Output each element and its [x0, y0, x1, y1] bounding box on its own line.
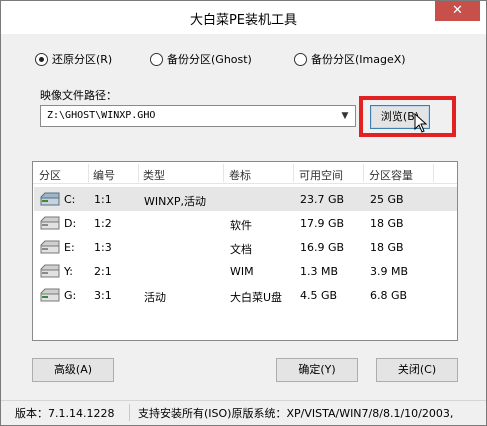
- cell-capacity: 6.8 GB: [370, 289, 408, 302]
- cell-type: 活动: [144, 291, 166, 304]
- partition-table-header: 分区 编号 类型 卷标 可用空间 分区容量: [33, 162, 457, 184]
- column-divider: [433, 164, 434, 182]
- column-header-type[interactable]: 类型: [143, 167, 165, 183]
- column-header-label[interactable]: 卷标: [229, 167, 251, 183]
- table-row[interactable]: G: 3:1 活动 大白菜U盘 4.5 GB 6.8 GB: [34, 283, 457, 307]
- cell-label: WIM: [230, 265, 254, 278]
- status-divider: [129, 404, 130, 421]
- partition-table: 分区 编号 类型 卷标 可用空间 分区容量 C: 1:1 WINXP,活动 23…: [32, 161, 458, 341]
- hard-drive-icon: [40, 264, 60, 278]
- radio-backup-imagex-label: 备份分区(ImageX): [311, 53, 406, 66]
- image-path-label: 映像文件路径：: [40, 89, 117, 102]
- radio-backup-imagex[interactable]: 备份分区(ImageX): [294, 51, 406, 67]
- radio-restore-partition[interactable]: 还原分区(R): [35, 51, 112, 67]
- hard-drive-icon: [40, 216, 60, 230]
- cell-partition: G:: [64, 289, 77, 302]
- mode-radio-group: 还原分区(R) 备份分区(Ghost) 备份分区(ImageX): [1, 51, 486, 71]
- hard-drive-icon: [40, 240, 60, 254]
- radio-unselected-icon: [150, 52, 163, 66]
- window-title: 大白菜PE装机工具: [189, 13, 298, 28]
- cell-type: WINXP,活动: [144, 195, 207, 208]
- radio-backup-ghost[interactable]: 备份分区(Ghost): [150, 51, 252, 67]
- column-divider: [138, 164, 139, 182]
- status-bar: 版本：7.1.14.1228 支持安装所有(ISO)原版系统：XP/VISTA/…: [1, 400, 486, 425]
- cell-capacity: 25 GB: [370, 193, 404, 206]
- chevron-down-icon[interactable]: ▼: [337, 108, 353, 124]
- cell-free-space: 17.9 GB: [300, 217, 345, 230]
- table-row[interactable]: Y: 2:1 WIM 1.3 MB 3.9 MB: [34, 259, 457, 283]
- cell-free-space: 16.9 GB: [300, 241, 345, 254]
- cell-number: 3:1: [94, 289, 112, 302]
- cell-free-space: 1.3 MB: [300, 265, 339, 278]
- cell-capacity: 18 GB: [370, 241, 404, 254]
- cell-number: 1:2: [94, 217, 112, 230]
- version-text: 版本：7.1.14.1228: [15, 407, 115, 420]
- radio-backup-ghost-label: 备份分区(Ghost): [167, 53, 252, 66]
- cell-free-space: 23.7 GB: [300, 193, 345, 206]
- close-button[interactable]: 关闭(C): [376, 358, 458, 382]
- cell-partition: D:: [64, 217, 77, 230]
- pe-installer-window: 大白菜PE装机工具 ✕ 还原分区(R) 备份分区(Ghost) 备份分区(Ima…: [0, 0, 487, 426]
- column-divider: [223, 164, 224, 182]
- table-row[interactable]: C: 1:1 WINXP,活动 23.7 GB 25 GB: [34, 187, 457, 211]
- table-row[interactable]: D: 1:2 软件 17.9 GB 18 GB: [34, 211, 457, 235]
- radio-restore-label: 还原分区(R): [52, 53, 113, 66]
- advanced-button[interactable]: 高级(A): [32, 358, 114, 382]
- cell-number: 1:3: [94, 241, 112, 254]
- mouse-cursor-icon: [414, 113, 428, 133]
- supported-systems-text: 支持安装所有(ISO)原版系统：XP/VISTA/WIN7/8/8.1/10/2…: [138, 407, 454, 420]
- cell-label: 文档: [230, 243, 252, 256]
- cell-number: 1:1: [94, 193, 112, 206]
- column-divider: [88, 164, 89, 182]
- cell-number: 2:1: [94, 265, 112, 278]
- image-path-combobox[interactable]: Z:\GHOST\WINXP.GHO ▼: [40, 105, 356, 127]
- usb-drive-icon: [40, 288, 60, 302]
- column-header-free-space[interactable]: 可用空间: [299, 167, 343, 183]
- radio-unselected-icon: [294, 52, 307, 66]
- cell-partition: C:: [64, 193, 76, 206]
- image-path-value: Z:\GHOST\WINXP.GHO: [47, 110, 156, 121]
- cell-partition: E:: [64, 241, 75, 254]
- ok-button[interactable]: 确定(Y): [276, 358, 358, 382]
- cell-partition: Y:: [64, 265, 73, 278]
- cell-free-space: 4.5 GB: [300, 289, 338, 302]
- title-bar[interactable]: 大白菜PE装机工具 ✕: [1, 1, 486, 34]
- cell-label: 软件: [230, 219, 252, 232]
- radio-selected-icon: [35, 52, 48, 66]
- column-header-partition[interactable]: 分区: [39, 167, 61, 183]
- hard-drive-icon: [40, 192, 60, 206]
- column-divider: [293, 164, 294, 182]
- column-header-capacity[interactable]: 分区容量: [369, 167, 413, 183]
- cell-capacity: 18 GB: [370, 217, 404, 230]
- table-row[interactable]: E: 1:3 文档 16.9 GB 18 GB: [34, 235, 457, 259]
- cell-label: 大白菜U盘: [230, 291, 283, 304]
- window-close-button[interactable]: ✕: [435, 1, 480, 21]
- column-divider: [363, 164, 364, 182]
- cell-capacity: 3.9 MB: [370, 265, 409, 278]
- column-header-number[interactable]: 编号: [93, 167, 115, 183]
